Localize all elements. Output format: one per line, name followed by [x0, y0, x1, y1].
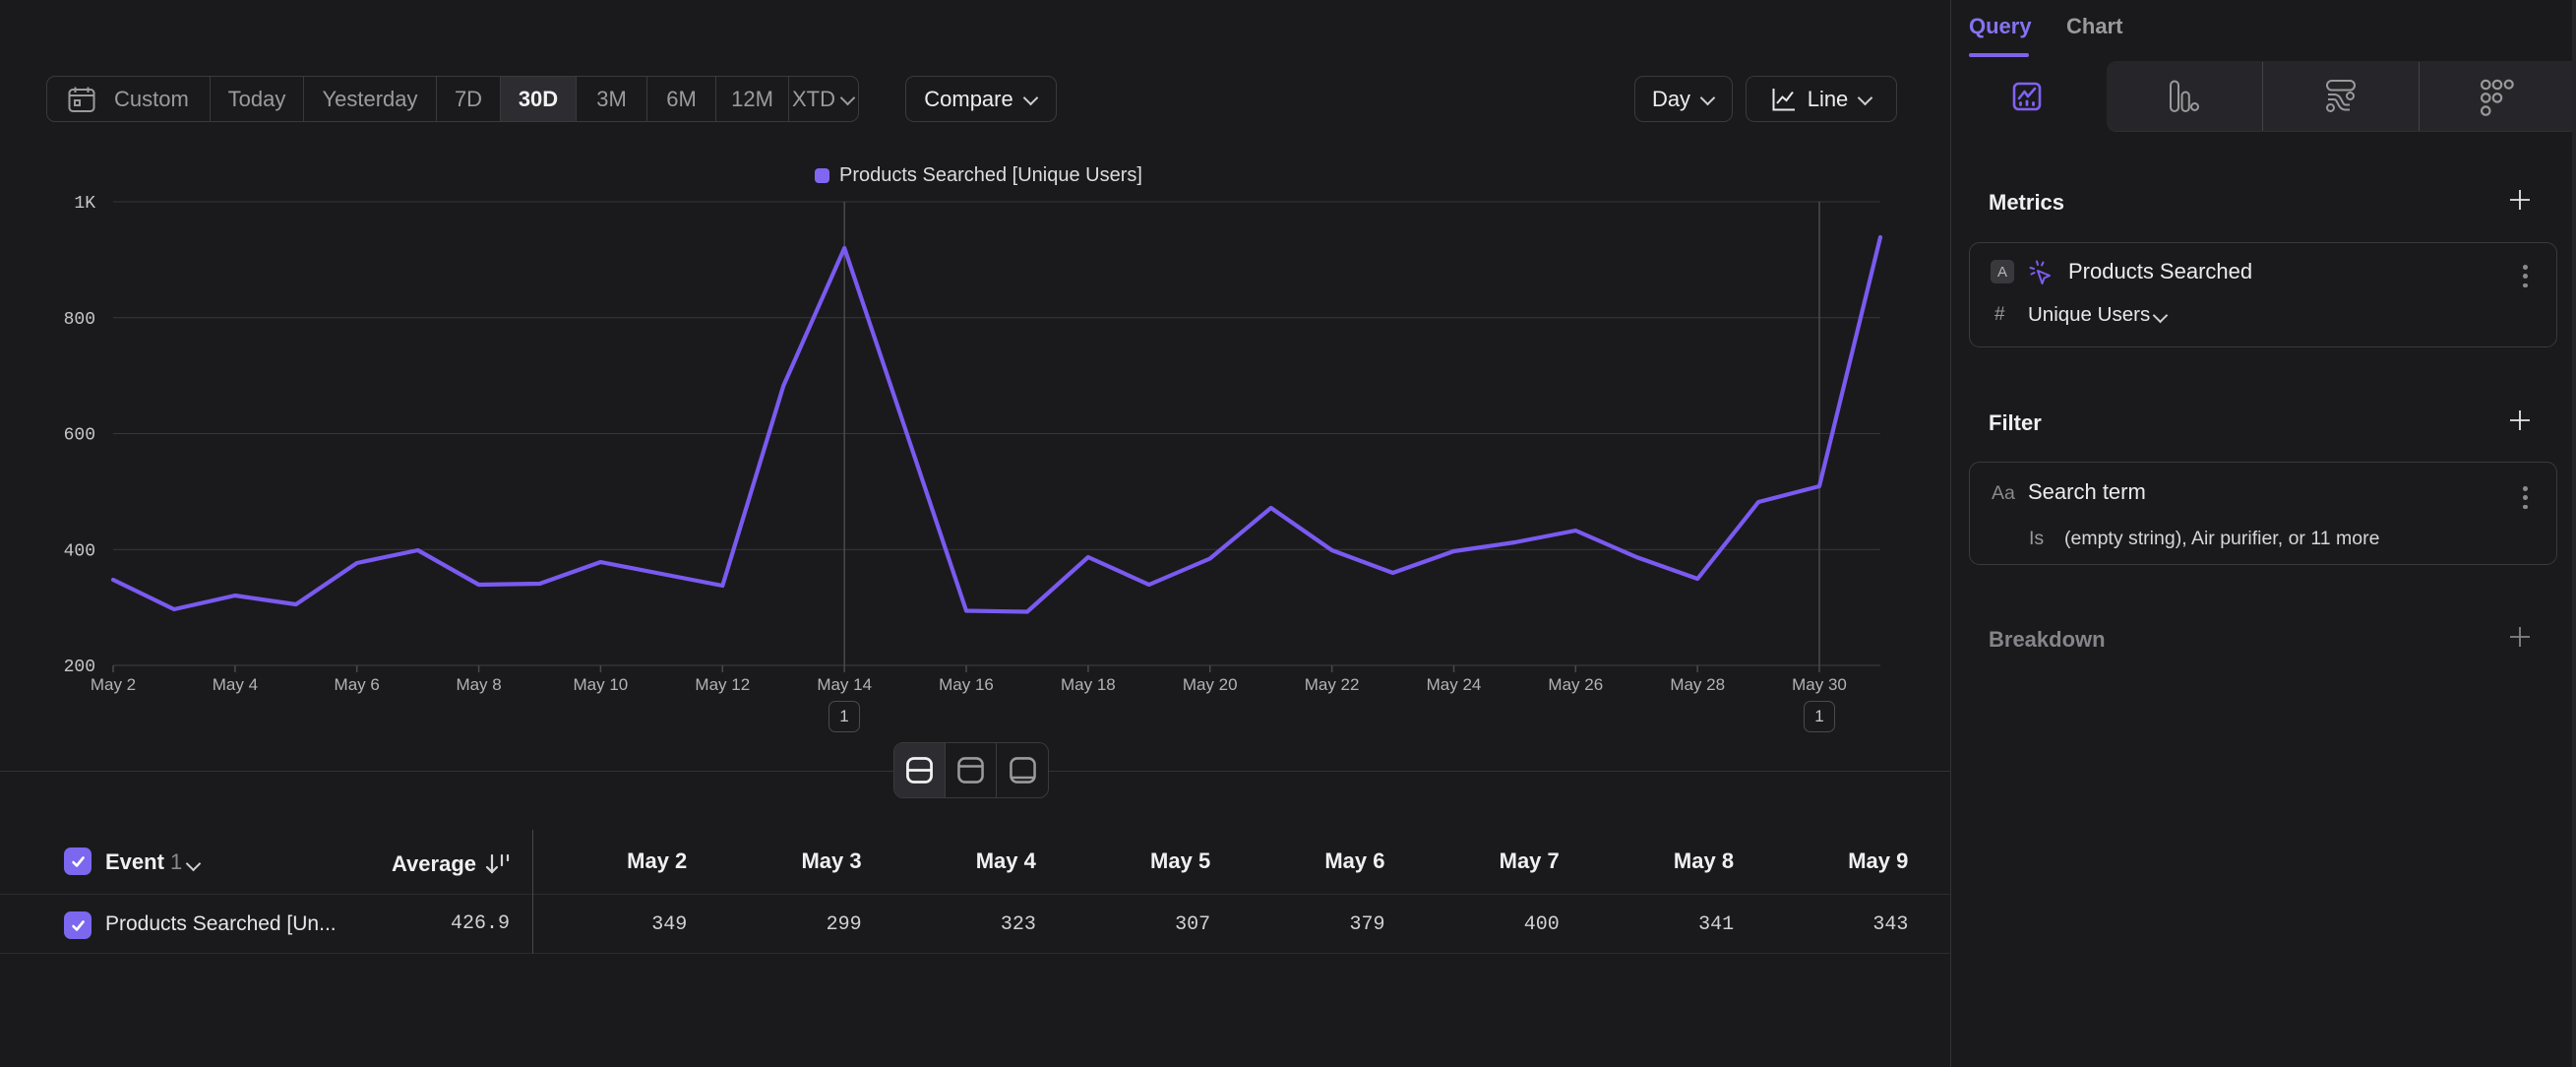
svg-text:800: 800 — [64, 310, 95, 330]
svg-text:1K: 1K — [74, 194, 95, 214]
svg-text:May 20: May 20 — [1183, 675, 1238, 694]
svg-text:400: 400 — [64, 541, 95, 561]
svg-text:May 24: May 24 — [1427, 675, 1482, 694]
svg-text:May 16: May 16 — [939, 675, 994, 694]
svg-text:600: 600 — [64, 426, 95, 446]
svg-text:May 6: May 6 — [335, 675, 380, 694]
svg-text:May 14: May 14 — [817, 675, 872, 694]
svg-text:May 28: May 28 — [1670, 675, 1725, 694]
svg-text:May 12: May 12 — [695, 675, 750, 694]
svg-text:May 8: May 8 — [456, 675, 501, 694]
svg-text:May 18: May 18 — [1061, 675, 1116, 694]
svg-text:May 30: May 30 — [1792, 675, 1847, 694]
svg-text:May 22: May 22 — [1305, 675, 1360, 694]
svg-text:May 2: May 2 — [91, 675, 136, 694]
svg-text:200: 200 — [64, 658, 95, 677]
svg-text:May 10: May 10 — [574, 675, 629, 694]
svg-text:May 4: May 4 — [213, 675, 258, 694]
svg-text:May 26: May 26 — [1548, 675, 1603, 694]
